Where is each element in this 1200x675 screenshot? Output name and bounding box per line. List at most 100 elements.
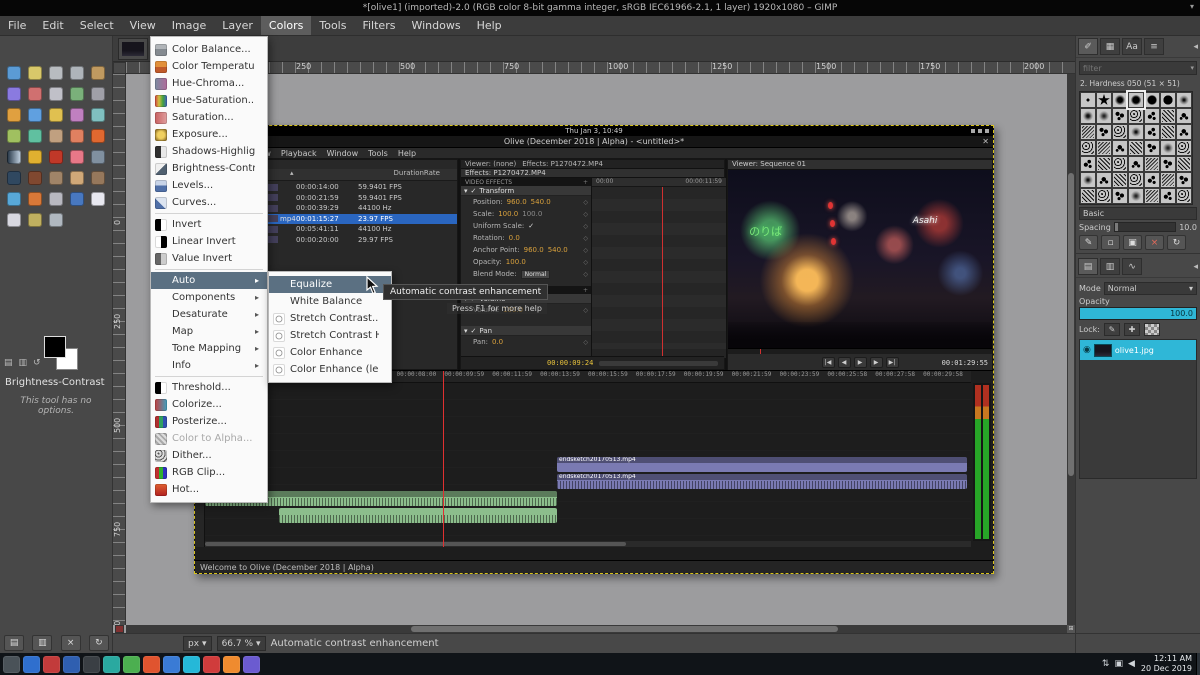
unit-select[interactable]: px▾ <box>183 636 212 651</box>
taskbar-clock[interactable]: 12:11 AM 20 Dec 2019 <box>1141 654 1192 673</box>
brush-thumb[interactable] <box>1160 108 1176 124</box>
reset-tool-options-button[interactable]: ↻ <box>89 635 109 651</box>
perspective-tool[interactable] <box>3 125 24 146</box>
submenu-item-color-enhance[interactable]: Color Enhance <box>269 344 391 361</box>
tab-brushes[interactable]: ✐ <box>1078 38 1098 55</box>
brush-thumb[interactable] <box>1176 124 1192 140</box>
launcher-media[interactable] <box>123 656 140 673</box>
tab-undo-history[interactable]: ↺ <box>33 358 41 368</box>
menu-item-hue-chroma[interactable]: Hue-Chroma... <box>151 75 267 92</box>
brush-thumb[interactable] <box>1112 108 1128 124</box>
brush-thumb[interactable] <box>1080 188 1096 204</box>
brush-thumb[interactable] <box>1176 108 1192 124</box>
handle-transform-tool[interactable] <box>87 104 108 125</box>
brush-thumb[interactable] <box>1096 188 1112 204</box>
brush-thumb[interactable] <box>1080 124 1096 140</box>
brush-thumb[interactable] <box>1160 92 1176 108</box>
layer-mode-select[interactable]: Normal▾ <box>1104 282 1197 295</box>
brush-tag-entry[interactable]: Basic <box>1079 207 1197 220</box>
launcher-files[interactable] <box>63 656 80 673</box>
menu-item[interactable] <box>151 267 267 272</box>
brush-thumb[interactable] <box>1176 156 1192 172</box>
free-select-tool[interactable] <box>87 62 108 83</box>
brush-thumb[interactable] <box>1096 140 1112 156</box>
menu-item-tone-mapping[interactable]: Tone Mapping <box>151 340 267 357</box>
brush-thumb[interactable] <box>1080 140 1096 156</box>
brush-thumb[interactable] <box>1144 124 1160 140</box>
brush-thumb[interactable] <box>1176 140 1192 156</box>
foreground-color-swatch[interactable] <box>44 336 66 358</box>
tab-paths[interactable]: ∿ <box>1122 258 1142 275</box>
brush-thumb[interactable] <box>1128 156 1144 172</box>
submenu-item-stretch-contrast-hsv[interactable]: Stretch Contrast HSV <box>269 327 391 344</box>
menu-item-value-invert[interactable]: Value Invert <box>151 250 267 267</box>
volume-tray-icon[interactable]: ◀ <box>1128 659 1135 669</box>
menu-item-dither[interactable]: Dither... <box>151 447 267 464</box>
visibility-eye-icon[interactable]: ◉ <box>1083 345 1091 355</box>
rectangle-select-tool[interactable] <box>45 62 66 83</box>
cage-transform-tool[interactable] <box>45 125 66 146</box>
tab-tool-options[interactable]: ▤ <box>4 358 13 368</box>
smudge-tool[interactable] <box>24 188 45 209</box>
lock-alpha-icon[interactable] <box>1144 323 1160 336</box>
brush-thumb[interactable] <box>1144 140 1160 156</box>
canvas-horizontal-scrollbar[interactable] <box>126 625 1075 633</box>
brush-thumb[interactable] <box>1160 188 1176 204</box>
launcher-graphics[interactable] <box>143 656 160 673</box>
ink-tool[interactable] <box>3 167 24 188</box>
paths-tool[interactable] <box>66 188 87 209</box>
clone-tool[interactable] <box>45 167 66 188</box>
menu-file[interactable]: File <box>0 16 34 35</box>
scale-tool[interactable] <box>45 104 66 125</box>
panel-tray-icon[interactable]: ▾ <box>1190 2 1194 11</box>
menu-item-map[interactable]: Map <box>151 323 267 340</box>
menu-tools[interactable]: Tools <box>311 16 354 35</box>
shear-tool[interactable] <box>66 104 87 125</box>
edit-brush-button[interactable]: ✎ <box>1079 235 1098 250</box>
menu-item-components[interactable]: Components <box>151 289 267 306</box>
menu-item-auto[interactable]: Auto <box>151 272 267 289</box>
brush-thumb[interactable] <box>1176 172 1192 188</box>
measure-tool[interactable] <box>24 209 45 230</box>
save-tool-preset-button[interactable]: ▤ <box>4 635 24 651</box>
menu-item-rgb-clip[interactable]: RGB Clip... <box>151 464 267 481</box>
brush-thumb[interactable] <box>1112 140 1128 156</box>
brush-thumb[interactable] <box>1176 188 1192 204</box>
brush-thumb[interactable] <box>1160 156 1176 172</box>
menu-item-hue-saturation[interactable]: Hue-Saturation... <box>151 92 267 109</box>
canvas-vertical-scrollbar[interactable] <box>1067 74 1075 625</box>
paintbrush-tool[interactable] <box>45 146 66 167</box>
quick-mask-button[interactable] <box>115 625 124 633</box>
brush-filter-input[interactable] <box>1080 64 1190 73</box>
menu-item[interactable] <box>151 374 267 379</box>
brush-thumb[interactable] <box>1096 124 1112 140</box>
warp-transform-tool[interactable] <box>66 125 87 146</box>
menu-item-color-balance[interactable]: Color Balance... <box>151 41 267 58</box>
layer-row[interactable]: ◉ olive1.jpg <box>1080 340 1196 360</box>
menu-item-saturation[interactable]: Saturation... <box>151 109 267 126</box>
foreground-select-tool[interactable] <box>66 83 87 104</box>
brush-thumb[interactable] <box>1144 156 1160 172</box>
duplicate-brush-button[interactable]: ▣ <box>1123 235 1142 250</box>
menu-view[interactable]: View <box>122 16 164 35</box>
eraser-tool[interactable] <box>66 146 87 167</box>
brush-thumb[interactable] <box>1096 156 1112 172</box>
submenu-item-stretch-contrast[interactable]: Stretch Contrast... <box>269 310 391 327</box>
menu-item[interactable] <box>151 211 267 216</box>
tab-patterns[interactable]: ▦ <box>1100 38 1120 55</box>
delete-tool-preset-button[interactable]: × <box>61 635 81 651</box>
brush-thumb[interactable] <box>1080 156 1096 172</box>
brush-thumb[interactable] <box>1080 108 1096 124</box>
navigation-button[interactable]: ⊞ <box>1067 625 1075 633</box>
unified-transform-tool[interactable] <box>3 104 24 125</box>
heal-tool[interactable] <box>66 167 87 188</box>
brush-thumb[interactable] <box>1080 92 1096 108</box>
brush-thumb[interactable] <box>1096 108 1112 124</box>
menu-item-hot[interactable]: Hot... <box>151 481 267 498</box>
brush-thumb[interactable] <box>1128 124 1144 140</box>
dodge-burn-tool[interactable] <box>45 188 66 209</box>
menu-item-exposure[interactable]: Exposure... <box>151 126 267 143</box>
text-tool[interactable] <box>87 188 108 209</box>
menu-help[interactable]: Help <box>469 16 510 35</box>
menu-item-info[interactable]: Info <box>151 357 267 374</box>
